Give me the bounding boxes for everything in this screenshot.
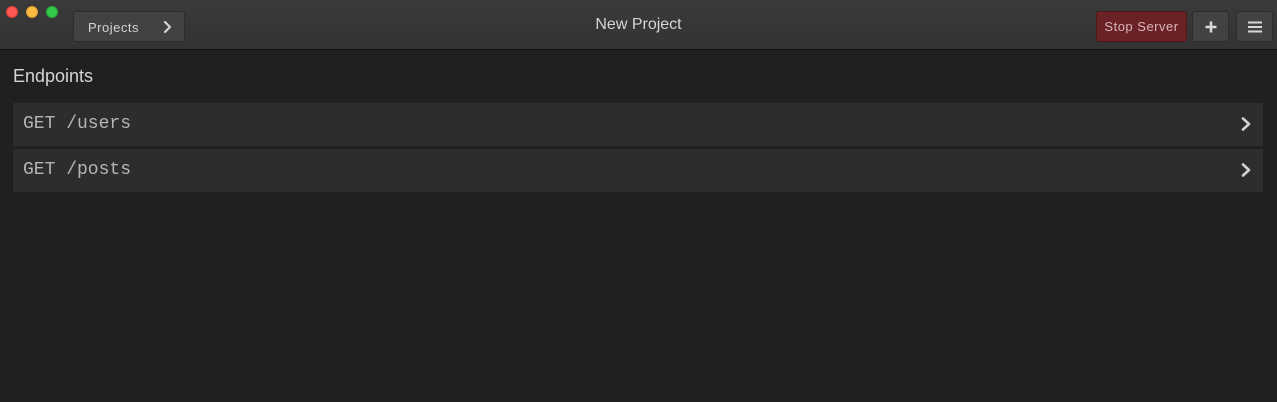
chevron-right-icon [1239, 116, 1253, 132]
menu-button[interactable] [1236, 11, 1273, 42]
section-title: Endpoints [13, 66, 94, 86]
endpoint-label: GET /users [23, 114, 132, 134]
window-title: New Project [595, 16, 682, 33]
stop-server-button[interactable]: Stop Server [1096, 11, 1187, 42]
chevron-right-icon [1239, 162, 1253, 178]
add-endpoint-button[interactable] [1192, 11, 1229, 42]
endpoint-label: GET /posts [23, 160, 132, 180]
endpoint-list: GET /users GET /posts [13, 103, 1263, 195]
endpoint-row[interactable]: GET /posts [13, 149, 1263, 192]
endpoint-row[interactable]: GET /users [13, 103, 1263, 146]
app-window: Projects New Project Stop Server Endpoin… [0, 0, 1277, 402]
title-bar: Projects New Project Stop Server [0, 0, 1277, 50]
